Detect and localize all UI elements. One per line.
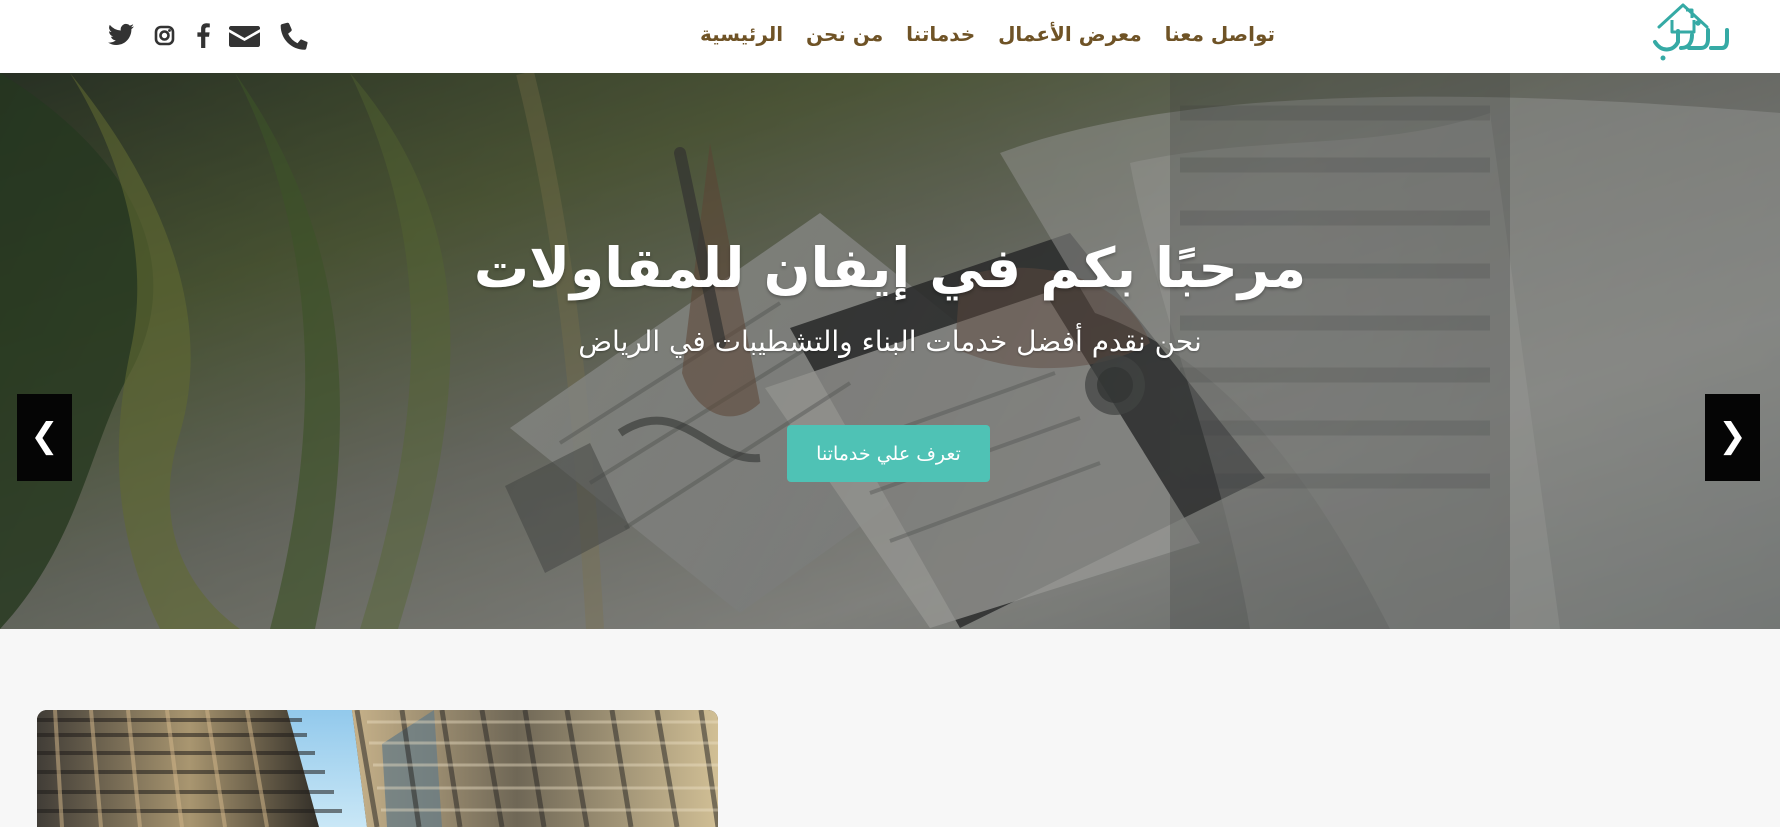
instagram-icon[interactable] (153, 24, 176, 47)
hero-slider: مرحبًا بكم في إيفان للمقاولات نحن نقدم أ… (0, 73, 1780, 629)
mail-icon[interactable] (229, 24, 260, 47)
hero-subtitle: نحن نقدم أفضل خدمات البناء والتشطيبات في… (578, 325, 1202, 358)
content-section (0, 629, 1780, 827)
nav-services[interactable]: خدماتنا (906, 24, 975, 44)
twitter-icon[interactable] (108, 23, 135, 47)
nav-contact[interactable]: تواصل معنا (1165, 24, 1275, 44)
facebook-icon[interactable] (194, 22, 211, 48)
nav-about[interactable]: من نحن (806, 24, 883, 44)
social-links (108, 18, 308, 52)
slider-prev-button[interactable]: ❮ (17, 394, 72, 481)
nav-home[interactable]: الرئيسية (700, 24, 783, 44)
hero-content: مرحبًا بكم في إيفان للمقاولات نحن نقدم أ… (390, 233, 1390, 573)
page: الرئيسية من نحن خدماتنا معرض الأعمال توا… (0, 0, 1780, 827)
hero-title: مرحبًا بكم في إيفان للمقاولات (473, 236, 1307, 300)
nav-portfolio[interactable]: معرض الأعمال (998, 24, 1142, 44)
slider-next-button[interactable]: ❯ (1705, 394, 1760, 481)
site-logo[interactable] (1650, 0, 1730, 62)
services-cta-button[interactable]: تعرف علي خدماتنا (787, 425, 990, 482)
phone-icon[interactable] (278, 20, 309, 51)
site-header: الرئيسية من نحن خدماتنا معرض الأعمال توا… (0, 0, 1780, 73)
project-building-image (37, 710, 718, 827)
main-navigation: الرئيسية من نحن خدماتنا معرض الأعمال توا… (700, 18, 1275, 50)
